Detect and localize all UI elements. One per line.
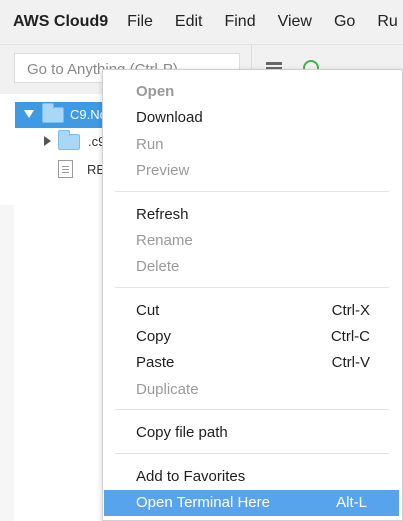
menu-item-copy-file-path[interactable]: Copy file path <box>103 420 402 446</box>
menu-item-refresh[interactable]: Refresh <box>103 202 402 228</box>
menu-edit[interactable]: Edit <box>175 13 203 31</box>
menu-item-cut[interactable]: Cut Ctrl-X <box>103 298 402 324</box>
menu-item-open-terminal-here[interactable]: Open Terminal Here Alt-L <box>104 490 399 516</box>
folder-icon <box>58 130 80 150</box>
menu-item-duplicate[interactable]: Duplicate <box>103 377 402 403</box>
menu-item-delete[interactable]: Delete <box>103 254 402 280</box>
menu-item-paste[interactable]: Paste Ctrl-V <box>103 350 402 376</box>
menu-separator <box>115 409 389 410</box>
menu-find[interactable]: Find <box>224 13 255 31</box>
menu-separator <box>115 453 389 454</box>
menu-view[interactable]: View <box>278 13 312 31</box>
menu-item-open[interactable]: Open <box>103 79 402 105</box>
menu-item-run[interactable]: Run <box>103 132 402 158</box>
menu-bar: AWS Cloud9 File Edit Find View Go Ru <box>0 0 403 45</box>
menu-item-rename[interactable]: Rename <box>103 228 402 254</box>
folder-icon <box>42 103 64 123</box>
collapse-arrow-icon[interactable] <box>44 136 51 146</box>
tree-gutter <box>0 205 14 521</box>
menu-separator <box>115 191 389 192</box>
app-brand[interactable]: AWS Cloud9 <box>13 13 108 31</box>
menu-file[interactable]: File <box>127 13 153 31</box>
context-menu: Open Download Run Preview Refresh Rename… <box>102 69 403 521</box>
expand-arrow-icon[interactable] <box>24 110 34 118</box>
menu-item-copy[interactable]: Copy Ctrl-C <box>103 324 402 350</box>
menu-go[interactable]: Go <box>334 13 355 31</box>
menu-item-download[interactable]: Download <box>103 105 402 131</box>
menu-run[interactable]: Ru <box>377 13 397 31</box>
menu-item-add-to-favorites[interactable]: Add to Favorites <box>103 464 402 490</box>
menu-separator <box>115 287 389 288</box>
menu-item-preview[interactable]: Preview <box>103 158 402 184</box>
file-icon <box>58 160 73 178</box>
